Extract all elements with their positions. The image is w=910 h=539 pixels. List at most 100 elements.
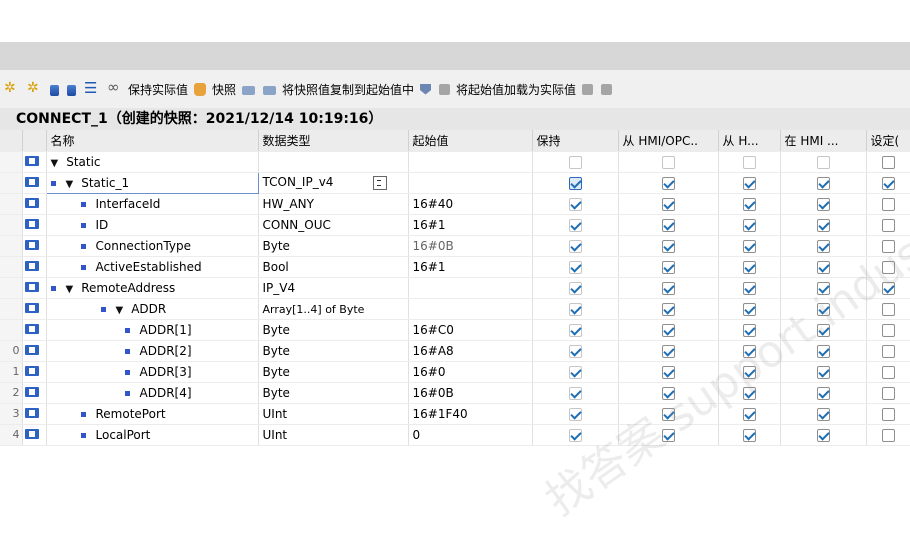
checkbox[interactable] bbox=[661, 386, 675, 400]
setpoint-cell[interactable] bbox=[866, 298, 910, 320]
checkbox[interactable] bbox=[816, 239, 830, 253]
name-cell[interactable]: ▼ ADDR bbox=[46, 298, 259, 320]
checkbox[interactable] bbox=[661, 344, 675, 358]
col-retain[interactable]: 保持 bbox=[532, 130, 619, 152]
in-hmi-cell[interactable] bbox=[780, 235, 867, 257]
hmi-opc-cell[interactable] bbox=[618, 151, 719, 173]
name-cell[interactable]: ADDR[1] bbox=[46, 319, 259, 341]
name-cell[interactable]: ADDR[3] bbox=[46, 361, 259, 383]
checkbox[interactable] bbox=[881, 155, 895, 169]
checkbox[interactable] bbox=[816, 176, 830, 190]
in-hmi-cell[interactable] bbox=[780, 361, 867, 383]
load-start-as-actual-button[interactable]: 将起始值加载为实际值 bbox=[456, 81, 576, 98]
start-value-cell[interactable]: 16#0B bbox=[408, 235, 533, 257]
checkbox[interactable] bbox=[881, 239, 895, 253]
checkbox[interactable] bbox=[568, 197, 582, 211]
in-hmi-cell[interactable] bbox=[780, 277, 867, 299]
checkbox[interactable] bbox=[661, 260, 675, 274]
datatype-cell[interactable]: Byte bbox=[258, 235, 409, 257]
table-row[interactable]: ConnectionType Byte 16#0B bbox=[0, 235, 910, 257]
col-in-hmi[interactable]: 在 HMI ... bbox=[780, 130, 867, 152]
hmi-opc-cell[interactable] bbox=[618, 256, 719, 278]
table-row[interactable]: 1 ADDR[3] Byte 16#0 bbox=[0, 361, 910, 383]
copy-snapshot-icon[interactable] bbox=[242, 86, 256, 95]
checkbox[interactable] bbox=[568, 428, 582, 442]
name-cell[interactable]: ActiveEstablished bbox=[46, 256, 259, 278]
start-value-cell[interactable]: 16#0B bbox=[408, 382, 533, 404]
checkbox[interactable] bbox=[568, 239, 582, 253]
checkbox[interactable] bbox=[568, 281, 582, 295]
retain-cell[interactable] bbox=[532, 403, 619, 425]
name-cell[interactable]: RemotePort bbox=[46, 403, 259, 425]
checkbox[interactable] bbox=[816, 365, 830, 379]
checkbox[interactable] bbox=[568, 407, 582, 421]
in-hmi-cell[interactable] bbox=[780, 382, 867, 404]
table-row[interactable]: 2 ADDR[4] Byte 16#0B bbox=[0, 382, 910, 404]
checkbox[interactable] bbox=[816, 386, 830, 400]
start-value-cell[interactable]: 16#1 bbox=[408, 256, 533, 278]
start-value-cell[interactable]: 16#1F40 bbox=[408, 403, 533, 425]
in-hmi-cell[interactable] bbox=[780, 424, 867, 446]
setpoint-cell[interactable] bbox=[866, 172, 910, 194]
checkbox[interactable] bbox=[816, 218, 830, 232]
checkbox[interactable] bbox=[661, 239, 675, 253]
checkbox[interactable] bbox=[568, 260, 582, 274]
table-row[interactable]: ID CONN_OUC 16#1 bbox=[0, 214, 910, 236]
checkbox[interactable] bbox=[881, 197, 895, 211]
in-hmi-cell[interactable] bbox=[780, 319, 867, 341]
retain-cell[interactable] bbox=[532, 172, 619, 194]
hmi-opc-cell[interactable] bbox=[618, 235, 719, 257]
checkbox[interactable] bbox=[816, 281, 830, 295]
in-hmi-cell[interactable] bbox=[780, 340, 867, 362]
checkbox[interactable] bbox=[661, 323, 675, 337]
hmi-opc-cell[interactable] bbox=[618, 361, 719, 383]
copy-snapshot-all-icon[interactable] bbox=[263, 86, 277, 95]
checkbox[interactable] bbox=[742, 407, 756, 421]
table-row[interactable]: ▼ Static_1 TCON_IP_v4 bbox=[0, 171, 910, 194]
start-value-cell[interactable] bbox=[408, 172, 533, 194]
in-hmi-cell[interactable] bbox=[780, 403, 867, 425]
from-h-cell[interactable] bbox=[718, 277, 781, 299]
setpoint-cell[interactable] bbox=[866, 319, 910, 341]
start-value-cell[interactable]: 16#0 bbox=[408, 361, 533, 383]
setpoint-cell[interactable] bbox=[866, 361, 910, 383]
from-h-cell[interactable] bbox=[718, 151, 781, 173]
checkbox[interactable] bbox=[881, 365, 895, 379]
retain-cell[interactable] bbox=[532, 361, 619, 383]
from-h-cell[interactable] bbox=[718, 361, 781, 383]
checkbox[interactable] bbox=[881, 428, 895, 442]
add-row-icon[interactable] bbox=[67, 84, 76, 96]
col-datatype[interactable]: 数据类型 bbox=[258, 130, 409, 152]
retain-cell[interactable] bbox=[532, 193, 619, 215]
col-from-h[interactable]: 从 H... bbox=[718, 130, 781, 152]
datatype-cell[interactable]: IP_V4 bbox=[258, 277, 409, 299]
retain-cell[interactable] bbox=[532, 382, 619, 404]
checkbox[interactable] bbox=[816, 197, 830, 211]
collapse-triangle-icon[interactable]: ▼ bbox=[116, 305, 124, 316]
checkbox[interactable] bbox=[742, 344, 756, 358]
name-cell[interactable]: ▼ RemoteAddress bbox=[46, 277, 259, 299]
snapshot-icon[interactable] bbox=[194, 82, 207, 96]
setpoint-cell[interactable] bbox=[866, 403, 910, 425]
from-h-cell[interactable] bbox=[718, 235, 781, 257]
in-hmi-cell[interactable] bbox=[780, 193, 867, 215]
collapse-triangle-icon[interactable]: ▼ bbox=[66, 179, 74, 190]
from-h-cell[interactable] bbox=[718, 403, 781, 425]
name-cell[interactable]: ▼ Static bbox=[46, 151, 259, 173]
monitor-icon[interactable] bbox=[107, 78, 122, 97]
name-cell[interactable]: InterfaceId bbox=[46, 193, 259, 215]
hmi-opc-cell[interactable] bbox=[618, 424, 719, 446]
datatype-cell[interactable]: Bool bbox=[258, 256, 409, 278]
checkbox[interactable] bbox=[881, 176, 895, 190]
checkbox[interactable] bbox=[742, 218, 756, 232]
checkbox[interactable] bbox=[568, 386, 582, 400]
retain-cell[interactable] bbox=[532, 277, 619, 299]
checkbox[interactable] bbox=[816, 323, 830, 337]
table-row[interactable]: ▼ Static bbox=[0, 151, 910, 173]
setpoint-cell[interactable] bbox=[866, 277, 910, 299]
checkbox[interactable] bbox=[816, 428, 830, 442]
retain-cell[interactable] bbox=[532, 340, 619, 362]
load-start-icon[interactable] bbox=[420, 83, 432, 95]
checkbox[interactable] bbox=[742, 281, 756, 295]
load-start-all-icon[interactable] bbox=[439, 83, 451, 95]
